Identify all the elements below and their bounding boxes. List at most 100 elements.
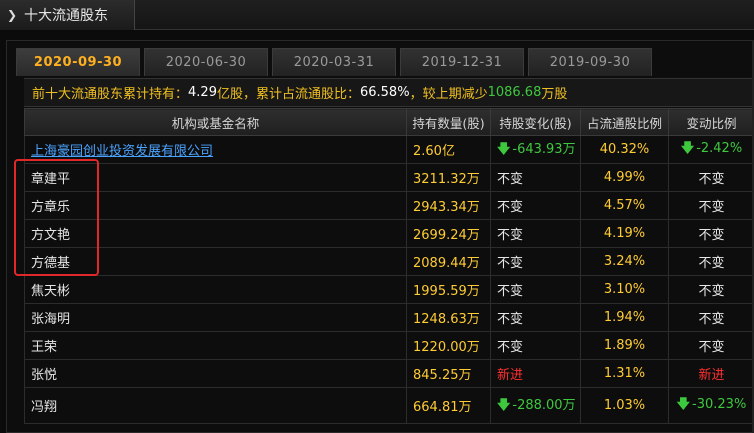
table-row[interactable]: 方德基 2089.44万 不变 3.24% 不变 [24, 247, 754, 276]
holding-change: 🡇 -288.00万 [490, 387, 581, 424]
table-body: 上海豪园创业投资发展有限公司 2.60亿 🡇 -643.93万 40.32% 🡇 -2.42… [24, 135, 754, 424]
shareholder-name: 方章乐 [24, 191, 407, 220]
holding-quantity: 2943.34万 [406, 191, 491, 220]
chevron-right-icon[interactable]: ❯ [0, 8, 24, 22]
tab-2020-06-30[interactable]: 2020-06-30 [144, 48, 268, 76]
arrow-down-icon: 🡇 [676, 396, 691, 412]
table-row[interactable]: 上海豪园创业投资发展有限公司 2.60亿 🡇 -643.93万 40.32% 🡇 -2.42… [24, 135, 754, 164]
float-share-ratio: 1.94% [580, 303, 669, 332]
summary-mid: ，较上期减少 [409, 87, 488, 102]
variation-ratio-value: 不变 [698, 228, 725, 243]
tab-2020-03-31[interactable]: 2020-03-31 [272, 48, 396, 76]
holding-change-value: 新进 [497, 368, 524, 383]
holding-change: 不变 [490, 191, 581, 220]
header-change[interactable]: 持股变化(股) [490, 108, 581, 136]
panel-title: 十大流通股东 [24, 8, 108, 24]
variation-ratio-value: 不变 [698, 256, 725, 271]
holding-change-value: 不变 [497, 284, 524, 299]
table-row[interactable]: 章建平 3211.32万 不变 4.99% 不变 [24, 163, 754, 192]
variation-ratio: 🡇 -2.42% [668, 135, 754, 164]
holding-change-value: -288.00万 [512, 397, 576, 413]
holding-quantity: 2.60亿 [406, 135, 491, 164]
header-quantity[interactable]: 持有数量(股) [406, 108, 491, 136]
variation-ratio: 不变 [668, 247, 754, 276]
table-row[interactable]: 冯翔 664.81万 🡇 -288.00万 1.03% 🡇 -30.23% [24, 387, 754, 424]
holding-change: 🡇 -643.93万 [490, 135, 581, 164]
variation-ratio: 不变 [668, 191, 754, 220]
holding-quantity: 2699.24万 [406, 219, 491, 248]
variation-ratio-value: 不变 [698, 340, 725, 355]
holding-change-value: 不变 [497, 340, 524, 355]
shareholder-name: 方文艳 [24, 219, 407, 248]
shareholder-name: 冯翔 [24, 387, 407, 424]
variation-ratio-value: 不变 [698, 312, 725, 327]
summary-prefix: 前十大流通股东累计持有： [32, 87, 189, 102]
holding-change: 不变 [490, 247, 581, 276]
variation-ratio: 不变 [668, 331, 754, 360]
shareholder-name: 王荣 [24, 331, 407, 360]
variation-ratio-value: -2.42% [696, 140, 743, 156]
holding-quantity: 845.25万 [406, 359, 491, 388]
shareholders-table: 机构或基金名称 持有数量(股) 持股变化(股) 占流通股比例 变动比例 上海豪园… [24, 108, 754, 424]
header-variation[interactable]: 变动比例 [668, 108, 754, 136]
float-share-ratio: 1.31% [580, 359, 669, 388]
table-row[interactable]: 方文艳 2699.24万 不变 4.19% 不变 [24, 219, 754, 248]
holding-change: 不变 [490, 163, 581, 192]
tab-2019-09-30[interactable]: 2019-09-30 [528, 48, 652, 76]
period-tabs: 2020-09-30 2020-06-30 2020-03-31 2019-12… [16, 48, 652, 76]
holding-change-value: 不变 [497, 172, 524, 187]
variation-ratio: 新进 [668, 359, 754, 388]
float-share-ratio: 3.10% [580, 275, 669, 304]
table-row[interactable]: 方章乐 2943.34万 不变 4.57% 不变 [24, 191, 754, 220]
summary-total: 4.29 [188, 85, 217, 100]
table-header-row: 机构或基金名称 持有数量(股) 持股变化(股) 占流通股比例 变动比例 [24, 108, 754, 136]
arrow-down-icon: 🡇 [497, 141, 511, 157]
float-share-ratio: 40.32% [580, 135, 669, 164]
panel-title-tab[interactable]: ❯ 十大流通股东 [0, 0, 135, 30]
table-row[interactable]: 张悦 845.25万 新进 1.31% 新进 [24, 359, 754, 388]
holding-quantity: 664.81万 [406, 387, 491, 424]
tab-2019-12-31[interactable]: 2019-12-31 [400, 48, 524, 76]
header-ratio[interactable]: 占流通股比例 [580, 108, 669, 136]
shareholder-name: 张海明 [24, 303, 407, 332]
variation-ratio-value: 不变 [698, 172, 725, 187]
holding-change-value: 不变 [497, 228, 524, 243]
shareholder-name-link[interactable]: 上海豪园创业投资发展有限公司 [24, 135, 407, 164]
holding-change-value: 不变 [497, 256, 524, 271]
float-share-ratio: 4.19% [580, 219, 669, 248]
float-share-ratio: 1.03% [580, 387, 669, 424]
holding-quantity: 3211.32万 [406, 163, 491, 192]
variation-ratio: 不变 [668, 219, 754, 248]
holding-quantity: 1995.59万 [406, 275, 491, 304]
shareholder-name: 章建平 [24, 163, 407, 192]
table-row[interactable]: 张海明 1248.63万 不变 1.94% 不变 [24, 303, 754, 332]
variation-ratio-value: 新进 [698, 368, 725, 383]
table-row[interactable]: 焦天彬 1995.59万 不变 3.10% 不变 [24, 275, 754, 304]
holding-change-value: 不变 [497, 312, 524, 327]
holding-change: 新进 [490, 359, 581, 388]
summary-ratio: 66.58% [359, 85, 410, 100]
variation-ratio-value: -30.23% [692, 396, 747, 412]
float-share-ratio: 4.99% [580, 163, 669, 192]
shareholder-name: 方德基 [24, 247, 407, 276]
summary-total-unit: 亿股，累计占流通股比： [216, 87, 360, 102]
table-row[interactable]: 王荣 1220.00万 不变 1.89% 不变 [24, 331, 754, 360]
holding-quantity: 1248.63万 [406, 303, 491, 332]
holding-quantity: 2089.44万 [406, 247, 491, 276]
header-name[interactable]: 机构或基金名称 [24, 108, 407, 136]
variation-ratio: 不变 [668, 303, 754, 332]
float-share-ratio: 1.89% [580, 331, 669, 360]
tab-2020-09-30[interactable]: 2020-09-30 [16, 48, 140, 76]
holding-change: 不变 [490, 331, 581, 360]
holding-change-value: 不变 [497, 200, 524, 215]
variation-ratio: 不变 [668, 163, 754, 192]
holding-change-value: -643.93万 [512, 141, 576, 157]
float-share-ratio: 4.57% [580, 191, 669, 220]
float-share-ratio: 3.24% [580, 247, 669, 276]
holding-change: 不变 [490, 303, 581, 332]
arrow-down-icon: 🡇 [497, 397, 511, 413]
variation-ratio: 不变 [668, 275, 754, 304]
holdings-summary: 前十大流通股东累计持有： 4.29 亿股，累计占流通股比： 66.58% ，较上… [24, 78, 754, 107]
shareholder-name: 焦天彬 [24, 275, 407, 304]
arrow-down-icon: 🡇 [680, 140, 695, 156]
